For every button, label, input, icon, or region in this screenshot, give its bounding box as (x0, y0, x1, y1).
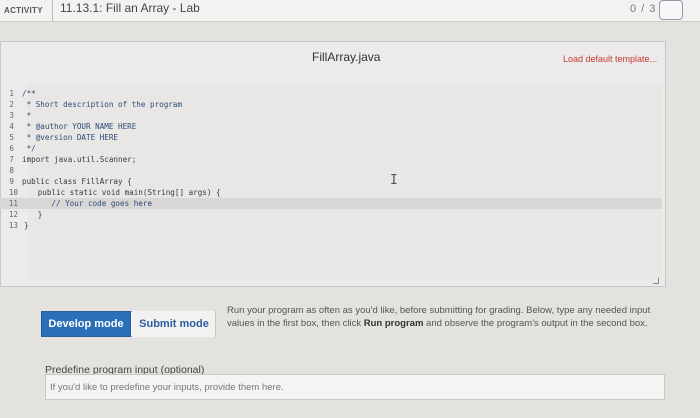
develop-mode-button[interactable]: Develop mode (41, 311, 131, 337)
code-text: * @author YOUR NAME HERE (22, 122, 137, 131)
code-line[interactable]: 13} (0, 220, 662, 231)
code-text: public class FillArray { (22, 177, 132, 186)
line-number: 13 (8, 221, 18, 230)
code-line[interactable]: 2 * Short description of the program (0, 99, 662, 110)
code-line[interactable]: 10 public static void main(String[] args… (0, 187, 662, 198)
line-number: 12 (8, 210, 18, 219)
line-number: 3 (9, 111, 14, 120)
submit-mode-button[interactable]: Submit mode (133, 311, 215, 337)
code-text: * @version DATE HERE (22, 133, 119, 142)
load-default-template-link[interactable]: Load default template... (563, 54, 657, 64)
resize-handle-icon[interactable] (653, 278, 659, 284)
code-line[interactable]: 9 public class FillArray { (0, 176, 662, 187)
line-number: 1 (9, 89, 14, 98)
code-line[interactable]: 3 * (0, 110, 662, 121)
code-line[interactable]: 11 // Your code goes here (0, 198, 662, 209)
text-cursor-icon: I (390, 173, 398, 188)
line-number: 2 (9, 100, 14, 109)
file-name: FillArray.java (312, 50, 381, 64)
line-number: 4 (9, 122, 14, 131)
code-text: // Your code goes here (24, 199, 153, 208)
mode-help-text: Run your program as often as you'd like,… (227, 304, 657, 330)
code-text: public static void main(String[] args) { (24, 188, 221, 197)
line-number: 8 (9, 166, 14, 175)
code-text: */ (22, 144, 36, 153)
score-text: 0 / 3 (630, 3, 657, 15)
help-text-suffix: and observe the program's output in the … (423, 318, 648, 329)
code-line[interactable]: 1 /** (0, 88, 662, 99)
line-number: 5 (9, 133, 14, 142)
code-text: * (22, 111, 32, 120)
code-line[interactable]: 12 } (0, 209, 662, 220)
code-line[interactable]: 8 (0, 165, 662, 176)
predefine-input-placeholder: If you'd like to predefine your inputs, … (50, 382, 284, 393)
header-divider (52, 0, 53, 21)
code-text: * Short description of the program (22, 100, 183, 109)
code-line[interactable]: 4 * @author YOUR NAME HERE (0, 121, 662, 132)
code-text: } (24, 221, 29, 230)
line-number: 11 (8, 199, 18, 208)
code-editor[interactable]: 1/** 2 * Short description of the program… (0, 84, 662, 279)
line-number: 7 (9, 155, 14, 164)
activity-title: 11.13.1: Fill an Array - Lab (60, 1, 200, 15)
help-text-run-program: Run program (363, 318, 424, 329)
code-line[interactable]: 6 */ (0, 143, 662, 154)
code-text: /** (22, 89, 36, 98)
code-text: } (24, 210, 43, 219)
line-number: 9 (9, 177, 14, 186)
line-number: 6 (9, 144, 14, 153)
code-line[interactable]: 7 import java.util.Scanner; (0, 154, 662, 165)
code-text: import java.util.Scanner; (22, 155, 137, 164)
activity-badge: ACTIVITY (4, 6, 43, 15)
code-line[interactable]: 5 * @version DATE HERE (0, 132, 662, 143)
completion-checkbox (659, 0, 683, 20)
line-number: 10 (8, 188, 18, 197)
